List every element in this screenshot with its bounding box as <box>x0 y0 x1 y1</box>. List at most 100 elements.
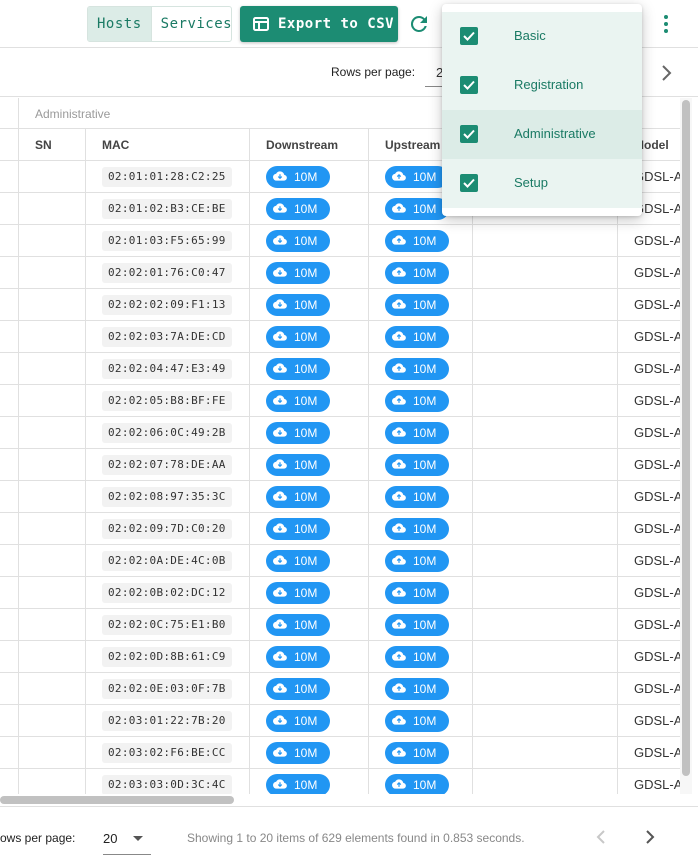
table-row[interactable]: 02:02:08:97:35:3C 10M 10M GDSL-A <box>0 481 680 513</box>
downstream-chip[interactable]: 10M <box>266 774 330 794</box>
table-row[interactable]: 02:02:05:B8:BF:FE 10M 10M GDSL-A <box>0 385 680 417</box>
downstream-chip[interactable]: 10M <box>266 294 330 316</box>
table-row[interactable]: 02:02:0A:DE:4C:0B 10M 10M GDSL-A <box>0 545 680 577</box>
menu-item-administrative[interactable]: Administrative <box>442 110 642 159</box>
upstream-value: 10M <box>413 586 437 600</box>
upstream-chip[interactable]: 10M <box>385 614 449 636</box>
table-row[interactable]: 02:02:02:09:F1:13 10M 10M GDSL-A <box>0 289 680 321</box>
upstream-chip[interactable]: 10M <box>385 582 449 604</box>
refresh-icon[interactable] <box>407 12 431 36</box>
column-header-sn[interactable]: SN <box>35 129 52 161</box>
upstream-chip[interactable]: 10M <box>385 710 449 732</box>
chevron-right-icon[interactable] <box>642 827 658 847</box>
table-row[interactable]: 02:03:01:22:7B:20 10M 10M GDSL-A <box>0 705 680 737</box>
downstream-chip[interactable]: 10M <box>266 582 330 604</box>
upstream-chip[interactable]: 10M <box>385 486 449 508</box>
table-row[interactable]: 02:02:01:76:C0:47 10M 10M GDSL-A <box>0 257 680 289</box>
downstream-chip[interactable]: 10M <box>266 710 330 732</box>
downstream-chip[interactable]: 10M <box>266 390 330 412</box>
chevron-right-icon[interactable] <box>657 61 677 85</box>
mac-address: 02:02:01:76:C0:47 <box>102 263 232 283</box>
menu-item-registration[interactable]: Registration <box>442 61 642 110</box>
menu-item-label: Administrative <box>514 126 596 141</box>
dropdown-arrow-icon <box>133 836 143 841</box>
downstream-chip[interactable]: 10M <box>266 486 330 508</box>
downstream-chip[interactable]: 10M <box>266 166 330 188</box>
vertical-scrollbar[interactable] <box>682 100 690 776</box>
model-cell: GDSL-A <box>634 329 680 344</box>
services-toggle-button[interactable]: Services <box>152 7 231 41</box>
mac-address: 02:02:0C:75:E1:B0 <box>102 615 232 635</box>
upstream-chip[interactable]: 10M <box>385 198 449 220</box>
export-csv-button[interactable]: Export to CSV <box>240 6 398 42</box>
group-divider <box>18 98 19 129</box>
hosts-toggle-button[interactable]: Hosts <box>88 7 152 41</box>
table-row[interactable]: 02:03:02:F6:BE:CC 10M 10M GDSL-A <box>0 737 680 769</box>
table-row[interactable]: 02:02:09:7D:C0:20 10M 10M GDSL-A <box>0 513 680 545</box>
model-cell: GDSL-A <box>634 393 680 408</box>
upstream-chip[interactable]: 10M <box>385 294 449 316</box>
downstream-chip[interactable]: 10M <box>266 422 330 444</box>
table-row[interactable]: 02:02:0C:75:E1:B0 10M 10M GDSL-A <box>0 609 680 641</box>
downstream-chip[interactable]: 10M <box>266 614 330 636</box>
upstream-chip[interactable]: 10M <box>385 358 449 380</box>
table-row[interactable]: 02:01:03:F5:65:99 10M 10M GDSL-A <box>0 225 680 257</box>
menu-item-basic[interactable]: Basic <box>442 12 642 61</box>
checkbox-checked-icon[interactable] <box>460 125 478 143</box>
downstream-chip[interactable]: 10M <box>266 262 330 284</box>
model-cell: GDSL-A <box>634 745 680 760</box>
downstream-chip[interactable]: 10M <box>266 646 330 668</box>
downstream-chip[interactable]: 10M <box>266 678 330 700</box>
upstream-value: 10M <box>413 650 437 664</box>
upstream-chip[interactable]: 10M <box>385 454 449 476</box>
upstream-chip[interactable]: 10M <box>385 550 449 572</box>
upstream-value: 10M <box>413 554 437 568</box>
upstream-chip[interactable]: 10M <box>385 422 449 444</box>
downstream-chip[interactable]: 10M <box>266 518 330 540</box>
mac-address: 02:02:06:0C:49:2B <box>102 423 232 443</box>
column-divider <box>617 129 618 794</box>
horizontal-scrollbar[interactable] <box>0 796 234 804</box>
downstream-chip[interactable]: 10M <box>266 326 330 348</box>
more-vert-icon[interactable] <box>655 12 677 36</box>
upstream-chip[interactable]: 10M <box>385 518 449 540</box>
table-row[interactable]: 02:02:0E:03:0F:7B 10M 10M GDSL-A <box>0 673 680 705</box>
upstream-chip[interactable]: 10M <box>385 326 449 348</box>
upstream-chip[interactable]: 10M <box>385 262 449 284</box>
model-cell: GDSL-A <box>634 297 680 312</box>
upstream-value: 10M <box>413 394 437 408</box>
upstream-chip[interactable]: 10M <box>385 774 449 794</box>
column-header-downstream[interactable]: Downstream <box>266 129 338 161</box>
model-cell: GDSL-A <box>634 713 680 728</box>
downstream-chip[interactable]: 10M <box>266 550 330 572</box>
downstream-value: 10M <box>294 234 318 248</box>
checkbox-checked-icon[interactable] <box>460 174 478 192</box>
upstream-chip[interactable]: 10M <box>385 166 449 188</box>
downstream-value: 10M <box>294 426 318 440</box>
downstream-chip[interactable]: 10M <box>266 198 330 220</box>
downstream-chip[interactable]: 10M <box>266 358 330 380</box>
downstream-chip[interactable]: 10M <box>266 230 330 252</box>
table-row[interactable]: 02:02:0B:02:DC:12 10M 10M GDSL-A <box>0 577 680 609</box>
checkbox-checked-icon[interactable] <box>460 27 478 45</box>
rows-per-page-select[interactable]: 20 <box>103 827 151 855</box>
column-header-mac[interactable]: MAC <box>102 129 129 161</box>
table-row[interactable]: 02:03:03:0D:3C:4C 10M 10M GDSL-A <box>0 769 680 794</box>
table-row[interactable]: 02:02:0D:8B:61:C9 10M 10M GDSL-A <box>0 641 680 673</box>
upstream-chip[interactable]: 10M <box>385 742 449 764</box>
downstream-chip[interactable]: 10M <box>266 454 330 476</box>
model-cell: GDSL-A <box>634 521 680 536</box>
table-row[interactable]: 02:02:04:47:E3:49 10M 10M GDSL-A <box>0 353 680 385</box>
menu-item-setup[interactable]: Setup <box>442 159 642 208</box>
table-row[interactable]: 02:02:07:78:DE:AA 10M 10M GDSL-A <box>0 449 680 481</box>
chevron-left-icon[interactable] <box>593 827 609 847</box>
downstream-chip[interactable]: 10M <box>266 742 330 764</box>
checkbox-checked-icon[interactable] <box>460 76 478 94</box>
upstream-chip[interactable]: 10M <box>385 390 449 412</box>
table-row[interactable]: 02:02:03:7A:DE:CD 10M 10M GDSL-A <box>0 321 680 353</box>
column-header-upstream[interactable]: Upstream <box>385 129 440 161</box>
upstream-chip[interactable]: 10M <box>385 678 449 700</box>
upstream-chip[interactable]: 10M <box>385 230 449 252</box>
table-row[interactable]: 02:02:06:0C:49:2B 10M 10M GDSL-A <box>0 417 680 449</box>
upstream-chip[interactable]: 10M <box>385 646 449 668</box>
